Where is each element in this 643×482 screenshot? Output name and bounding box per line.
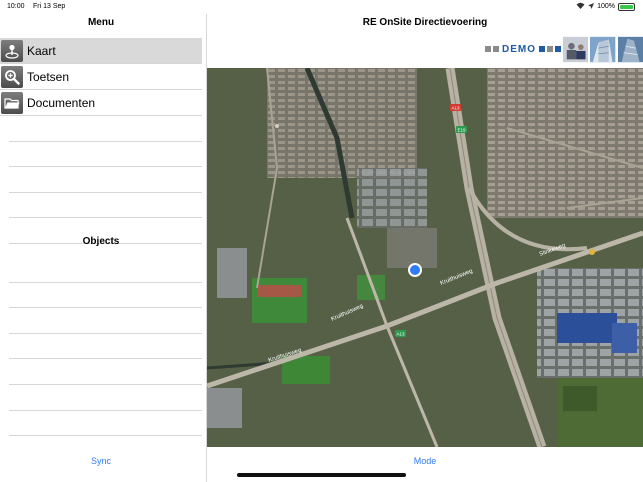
map-pin-icon: [1, 39, 23, 62]
sports-field: [252, 278, 307, 323]
menu-item-label: Documenten: [27, 95, 96, 110]
folder-icon: [1, 91, 23, 114]
sidebar-title: Menu: [87, 17, 115, 28]
status-bar: 10:00 Fri 13 Sep 100%: [0, 0, 643, 14]
blue-roof-building: [557, 313, 617, 343]
banner-squares-blue: [539, 46, 561, 52]
empty-row: [9, 334, 202, 360]
status-date: Fri 13 Sep: [33, 3, 66, 10]
sync-button[interactable]: Sync: [0, 456, 202, 466]
battery-icon: [618, 2, 635, 11]
empty-row: [9, 116, 202, 142]
empty-row: [9, 411, 202, 437]
magnifier-icon: [1, 65, 23, 88]
demo-banner: DEMO: [485, 34, 643, 64]
objects-list: [0, 257, 202, 437]
empty-row: [9, 193, 202, 219]
banner-photo-building: [590, 36, 616, 62]
sidebar: Menu Kaart Toetsen Documenten Objects Sy…: [0, 14, 207, 482]
highway-badge-label: A13: [396, 332, 405, 337]
wifi-icon: [576, 2, 585, 11]
empty-row: [9, 359, 202, 385]
current-location-dot: [410, 265, 420, 275]
home-indicator[interactable]: [237, 473, 406, 477]
menu-item-documenten[interactable]: Documenten: [0, 90, 202, 116]
highway-badge-label: A13: [451, 106, 460, 111]
objects-title: Objects: [82, 236, 120, 247]
menu-list: Kaart Toetsen Documenten: [0, 38, 202, 244]
location-arrow-icon: [588, 2, 595, 11]
satellite-map[interactable]: Kruithuisweg Kruithuisweg Kruithuisweg S…: [207, 68, 643, 447]
demo-logo-text: DEMO: [502, 43, 536, 55]
blue-roof-building: [612, 323, 637, 353]
banner-photo-tower: [617, 36, 643, 62]
empty-row: [9, 167, 202, 193]
menu-item-kaart[interactable]: Kaart: [0, 38, 202, 64]
page-title: RE OnSite Directievoering: [362, 17, 488, 28]
menu-item-label: Kaart: [27, 43, 56, 58]
poi-marker[interactable]: [589, 249, 595, 255]
app-screen: 10:00 Fri 13 Sep 100% Menu Kaart Toetsen…: [0, 0, 643, 482]
menu-item-label: Toetsen: [27, 69, 70, 84]
empty-row: [9, 257, 202, 283]
empty-row: [9, 308, 202, 334]
banner-squares: [485, 46, 499, 52]
building: [217, 248, 247, 298]
map-canvas[interactable]: Kruithuisweg Kruithuisweg Kruithuisweg S…: [207, 68, 643, 447]
empty-row: [9, 385, 202, 411]
empty-row: [9, 283, 202, 309]
poi-marker[interactable]: [275, 124, 279, 128]
highway-badge-label: E19: [457, 128, 466, 133]
empty-row: [9, 142, 202, 168]
building: [207, 388, 242, 428]
status-time: 10:00: [7, 3, 25, 10]
building-block: [357, 168, 427, 228]
residential-area: [487, 68, 643, 218]
menu-item-toetsen[interactable]: Toetsen: [0, 64, 202, 90]
status-right: 100%: [576, 2, 635, 11]
building-block: [387, 228, 437, 268]
banner-photo-meeting: [563, 36, 589, 62]
battery-percent: 100%: [597, 3, 615, 10]
mode-button[interactable]: Mode: [207, 456, 643, 466]
